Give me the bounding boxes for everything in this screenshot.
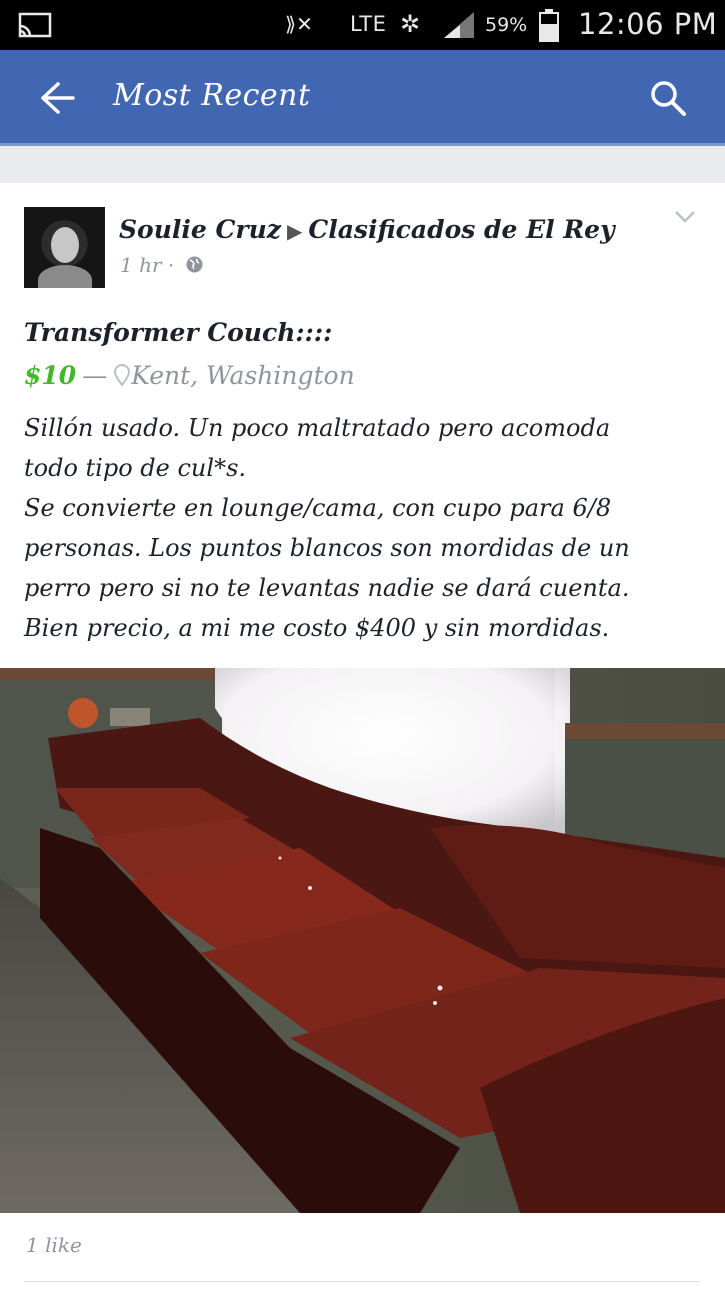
post-header: Soulie Cruz ▶ Clasificados de El Rey [119,215,615,244]
post-body: Sillón usado. Un poco maltratado pero ac… [24,408,714,648]
couch-photo[interactable] [0,668,725,1213]
body-line: Bien precio, a mi me costo $400 y sin mo… [24,614,610,642]
post-meta: 1 hr · [120,253,204,277]
battery-icon [539,9,559,42]
divider [24,1281,700,1282]
avatar[interactable] [24,207,105,288]
mute-icon: ⟫✕ [285,12,313,36]
body-line: perro pero si no te levantas nadie se da… [24,574,630,602]
body-line: Sillón usado. Un poco maltratado pero ac… [24,414,611,442]
author-name[interactable]: Soulie Cruz [119,215,281,244]
globe-icon [186,256,203,273]
like-count[interactable]: 1 like [26,1233,82,1257]
signal-icon [444,12,474,38]
separator: — [82,361,108,390]
search-icon[interactable] [648,78,688,118]
body-line: personas. Los puntos blancos son mordida… [24,534,630,562]
network-type: LTE [350,12,387,36]
chevron-down-icon[interactable] [674,210,696,224]
post-time[interactable]: 1 hr · [120,253,174,277]
clock: 12:06 PM [578,7,718,41]
listing-location[interactable]: Kent, Washington [131,361,355,390]
price-location: $10— Kent, Washington [24,361,355,390]
share-to-arrow-icon: ▶ [286,219,303,243]
body-line: Se convierte en lounge/cama, con cupo pa… [24,494,612,522]
status-bar: ⟫✕ LTE ✲ 59% 12:06 PM [0,0,725,50]
cast-icon [18,12,52,38]
location-pin-icon [114,364,131,386]
group-name[interactable]: Clasificados de El Rey [308,215,614,244]
couch-photo-drawing [0,668,725,1213]
signal-activity-icon: ✲ [400,10,421,38]
listing-price: $10 [24,361,77,390]
back-arrow-icon[interactable] [38,80,76,116]
battery-percent: 59% [485,14,528,36]
body-line: todo tipo de cul*s. [24,454,247,482]
app-bar: Most Recent [0,50,725,146]
listing-title: Transformer Couch:::: [24,318,333,347]
page-title: Most Recent [113,78,311,113]
post-card: Soulie Cruz ▶ Clasificados de El Rey 1 hr … [0,183,725,1289]
